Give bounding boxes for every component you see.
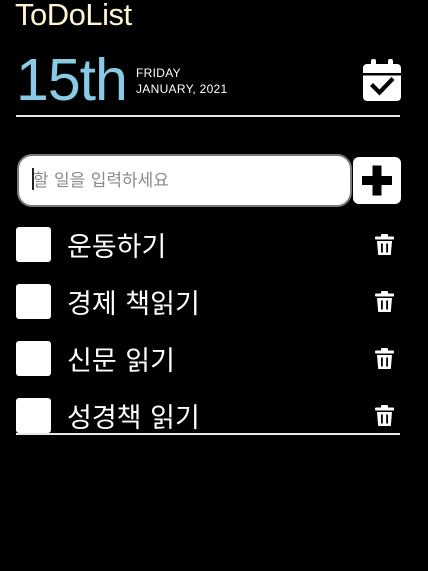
todo-checkbox[interactable] <box>16 398 51 433</box>
todo-text: 성경책 읽기 <box>67 403 200 434</box>
todo-input[interactable] <box>17 154 352 207</box>
todo-text: 신문 읽기 <box>67 346 175 377</box>
calendar-check-icon[interactable] <box>363 59 401 101</box>
todo-checkbox[interactable] <box>16 284 51 319</box>
list-divider <box>16 433 400 435</box>
header-divider <box>16 115 400 117</box>
app-title: ToDoList <box>15 0 132 32</box>
trash-icon[interactable] <box>375 405 394 426</box>
todo-item: 운동하기 <box>16 227 400 284</box>
todo-text: 운동하기 <box>67 232 167 263</box>
date-header: 15th FRIDAY JANUARY, 2021 <box>16 48 402 112</box>
trash-icon[interactable] <box>375 234 394 255</box>
plus-icon <box>362 165 392 196</box>
todo-item: 성경책 읽기 <box>16 398 400 455</box>
date-month-year: JANUARY, 2021 <box>136 82 228 96</box>
todo-checkbox[interactable] <box>16 341 51 376</box>
todo-text: 경제 책읽기 <box>67 289 200 320</box>
trash-icon[interactable] <box>375 291 394 312</box>
trash-icon[interactable] <box>375 348 394 369</box>
todo-item: 경제 책읽기 <box>16 284 400 341</box>
todo-list: 운동하기경제 책읽기신문 읽기성경책 읽기 <box>16 227 400 455</box>
date-weekday: FRIDAY <box>136 66 181 80</box>
text-caret <box>32 168 34 190</box>
add-todo-button[interactable] <box>353 157 401 204</box>
todo-item: 신문 읽기 <box>16 341 400 398</box>
todo-app: ToDoList 15th FRIDAY JANUARY, 2021 운동하기경… <box>0 0 428 571</box>
todo-checkbox[interactable] <box>16 227 51 262</box>
date-day: 15th <box>16 47 128 113</box>
